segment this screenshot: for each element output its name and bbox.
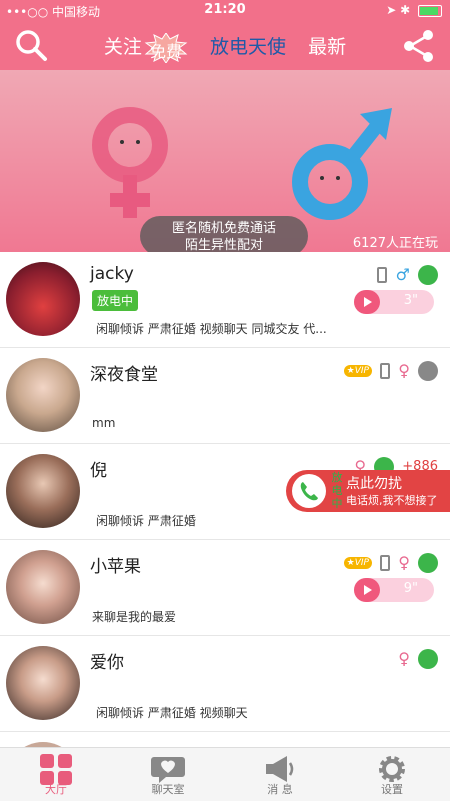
call-icon[interactable]: [418, 552, 438, 573]
avatar[interactable]: [6, 646, 80, 720]
clock: 21:20: [204, 2, 246, 17]
free-badge: 免费: [144, 32, 188, 63]
banner-caption: 匿名随机免费通话 陌生异性配对: [140, 216, 308, 252]
tab-follow-label: 关注: [103, 36, 142, 58]
user-name: 小苹果: [90, 557, 141, 577]
tab-latest[interactable]: 最新: [308, 32, 346, 59]
play-icon: [354, 290, 380, 314]
status-badge: 放电中: [92, 290, 139, 311]
banner-line1: 匿名随机免费通话: [171, 221, 276, 236]
user-tagline: 闲聊倾诉 严肃征婚 视频聊天: [96, 706, 248, 720]
avatar[interactable]: [6, 550, 80, 624]
list-item[interactable]: 深夜食堂 ★VIP ♀ mm: [0, 348, 450, 444]
popup-status: 放电中: [331, 471, 343, 510]
vip-badge: ★VIP: [343, 556, 372, 569]
avatar[interactable]: [6, 262, 80, 336]
tab-chat-room[interactable]: 聊天室: [112, 748, 224, 801]
tab-messages-label: 消 息: [267, 783, 293, 796]
bottom-tab-bar: 大厅 聊天室 消 息 设置: [0, 747, 450, 801]
voice-intro-button[interactable]: 9": [354, 578, 434, 602]
phone-icon: [292, 474, 326, 508]
phone-device-icon: [380, 554, 391, 571]
tab-messages[interactable]: 消 息: [224, 748, 336, 801]
popup-subtitle: 电话烦,我不想接了: [346, 494, 438, 507]
tab-follow[interactable]: 关注 免费: [104, 32, 188, 63]
list-item[interactable]: 小苹果 ★VIP ♀ 9" 来聊是我的最爱: [0, 540, 450, 636]
voice-duration: 3": [403, 293, 418, 308]
battery-icon: ➤ ✱: [386, 3, 442, 17]
tab-discharge-angel[interactable]: 放电天使: [210, 32, 286, 59]
call-icon[interactable]: [418, 264, 438, 285]
banner-line2: 陌生异性配对: [184, 238, 263, 252]
list-item[interactable]: 爱你 ♀ 闲聊倾诉 严肃征婚 视频聊天: [0, 636, 450, 732]
female-icon: ♀: [398, 361, 410, 380]
phone-device-icon: [377, 266, 388, 283]
top-bar: 关注 免费 放电天使 最新: [0, 20, 450, 70]
user-tagline: mm: [92, 416, 116, 430]
vip-badge: ★VIP: [343, 364, 372, 377]
call-icon[interactable]: [418, 360, 438, 381]
user-tagline: 闲聊倾诉 严肃征婚 视频聊天 同城交友 代...: [96, 322, 327, 336]
free-badge-label: 免费: [149, 41, 182, 61]
male-icon: ♂: [395, 265, 410, 284]
phone-device-icon: [380, 362, 391, 379]
call-icon[interactable]: [418, 648, 438, 669]
user-name: jacky: [90, 264, 134, 284]
user-name: 倪: [90, 461, 107, 481]
tab-hall[interactable]: 大厅: [0, 748, 112, 801]
tab-settings[interactable]: 设置: [336, 748, 448, 801]
user-name: 爱你: [90, 653, 124, 673]
tab-settings-label: 设置: [381, 783, 403, 796]
voice-duration: 9": [403, 581, 418, 596]
status-bar: •••○○ 中国移动 21:20 ➤ ✱: [0, 0, 450, 20]
share-icon[interactable]: [400, 28, 436, 64]
avatar[interactable]: [6, 358, 80, 432]
popup-title: 点此勿扰: [346, 476, 402, 492]
tab-chat-room-label: 聊天室: [151, 783, 185, 796]
list-item[interactable]: jacky 放电中 ♂ 3" 闲聊倾诉 严肃征婚 视频聊天 同城交友 代...: [0, 252, 450, 348]
male-symbol-icon: [292, 108, 392, 220]
avatar[interactable]: [6, 454, 80, 528]
play-icon: [354, 578, 380, 602]
female-icon: ♀: [398, 553, 410, 572]
female-symbol-icon: [92, 107, 168, 218]
user-name: 深夜食堂: [90, 365, 158, 385]
do-not-disturb-button[interactable]: 放电中 点此勿扰 电话烦,我不想接了: [286, 470, 450, 512]
user-tagline: 闲聊倾诉 严肃征婚: [96, 514, 196, 528]
tab-hall-label: 大厅: [45, 783, 67, 796]
voice-intro-button[interactable]: 3": [354, 290, 434, 314]
promo-banner[interactable]: 匿名随机免费通话 陌生异性配对 6127人正在玩: [0, 70, 450, 252]
online-count: 6127人正在玩: [352, 236, 438, 251]
user-tagline: 来聊是我的最爱: [92, 610, 177, 624]
list-item[interactable]: [0, 732, 450, 747]
female-icon: ♀: [398, 649, 410, 668]
